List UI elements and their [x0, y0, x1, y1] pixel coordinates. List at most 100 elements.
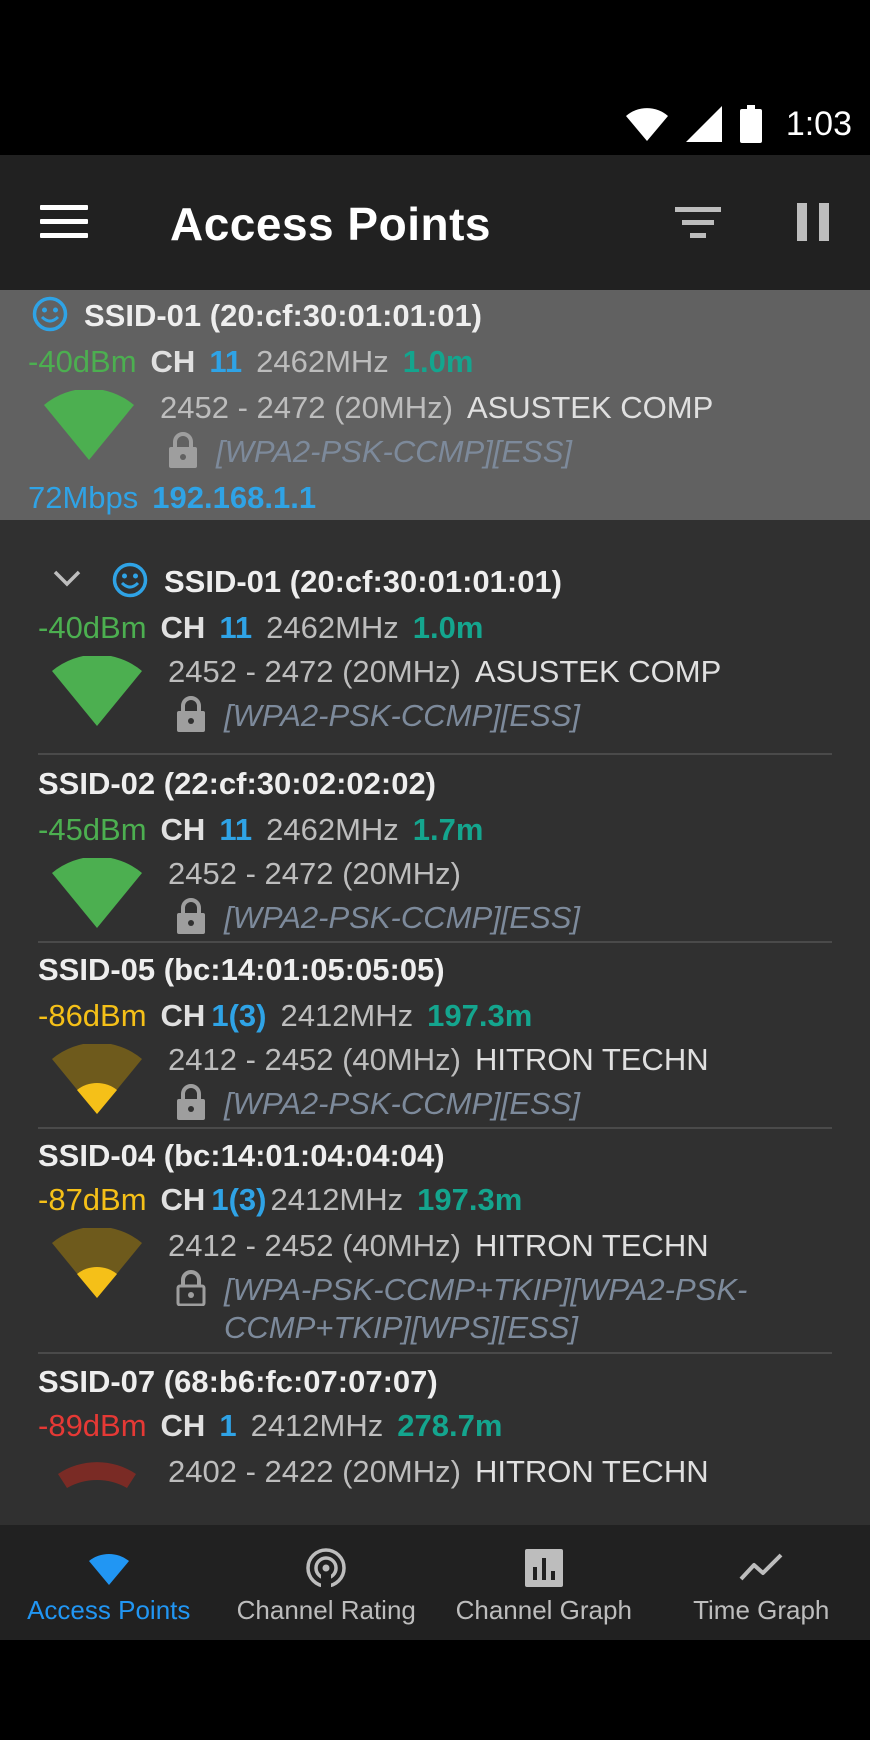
frequency: 2462MHz [266, 610, 399, 645]
nav-label: Channel Rating [236, 1595, 416, 1625]
range-row: 2412 - 2452 (40MHz) HITRON TECHN [168, 1228, 709, 1264]
security-capabilities: [WPA2-PSK-CCMP][ESS] [224, 698, 580, 733]
ip-address: 192.168.1.1 [152, 480, 317, 515]
security-capabilities: [WPA2-PSK-CCMP][ESS] [224, 1086, 580, 1121]
frequency: 2412MHz [250, 1408, 384, 1443]
filter-icon[interactable] [675, 207, 721, 243]
wifi-icon [88, 1553, 129, 1585]
channel-label: CH [160, 998, 206, 1033]
frequency: 2462MHz [266, 812, 399, 847]
channel-range: 2412 - 2452 (40MHz) [168, 1042, 461, 1077]
divider [38, 1127, 832, 1129]
nav-time-graph[interactable]: Time Graph [653, 1525, 870, 1640]
radar-icon [306, 1548, 346, 1589]
signal-strength-icon [52, 1044, 142, 1114]
distance: 278.7m [397, 1408, 503, 1443]
channel-label: CH [160, 1408, 206, 1443]
signal-level: -40dBm [28, 344, 137, 379]
status-bar: 1:03 [0, 0, 870, 155]
channel-range: 2452 - 2472 (20MHz) [160, 390, 453, 425]
signal-strength-icon [52, 858, 142, 928]
divider [38, 1352, 832, 1354]
channel-range: 2452 - 2472 (20MHz) [168, 856, 461, 891]
channel-value: 11 [209, 344, 243, 379]
divider [38, 941, 832, 943]
signal-level: -87dBm [38, 1182, 147, 1217]
vendor: HITRON TECHN [474, 1454, 709, 1489]
channel-label: CH [160, 610, 206, 645]
lock-icon [177, 898, 205, 934]
distance: 1.7m [412, 812, 484, 847]
battery-icon [739, 105, 762, 143]
vendor: HITRON TECHN [474, 1042, 709, 1077]
nav-label: Channel Graph [455, 1595, 632, 1625]
link-speed: 72Mbps [28, 480, 139, 515]
access-point-list[interactable]: SSID-01 (20:cf:30:01:01:01) -40dBm CH 11 24… [0, 290, 870, 1525]
channel-label: CH [160, 1182, 206, 1217]
range-row: 2452 - 2472 (20MHz) [168, 856, 475, 892]
vendor: ASUSTEK COMP [474, 654, 722, 689]
nav-channel-graph[interactable]: Channel Graph [435, 1525, 653, 1640]
frequency: 2412MHz [280, 998, 414, 1033]
signal-strength-icon [44, 390, 134, 460]
channel-value: 11 [219, 610, 253, 645]
lock-icon [169, 432, 197, 468]
ssid-label: SSID-02 (22:cf:30:02:02:02) [38, 766, 437, 801]
vendor: ASUSTEK COMP [466, 390, 714, 425]
security-capabilities: [WPA2-PSK-CCMP][ESS] [216, 434, 572, 469]
channel-label: CH [160, 812, 206, 847]
distance: 197.3m [427, 998, 533, 1033]
ssid-label: SSID-05 (bc:14:01:05:05:05) [38, 952, 445, 987]
signal-info-row: -89dBm CH 1 2412MHz 278.7m [38, 1408, 502, 1444]
channel-value: 1 [219, 1408, 237, 1443]
nav-access-points[interactable]: Access Points [0, 1525, 218, 1640]
security-capabilities-line2: CCMP+TKIP][WPS][ESS] [224, 1310, 578, 1345]
app-bar: Access Points [0, 155, 870, 290]
cell-signal-icon [685, 106, 722, 142]
wifi-status-icon [625, 108, 668, 141]
security-capabilities: [WPA2-PSK-CCMP][ESS] [224, 900, 580, 935]
lock-icon [177, 696, 205, 732]
status-time: 1:03 [785, 104, 852, 143]
bottom-navigation: Access Points Channel Rating Channel Gra… [0, 1525, 870, 1640]
ssid-label: SSID-01 (20:cf:30:01:01:01) [164, 564, 563, 599]
line-chart-icon [739, 1553, 783, 1581]
ssid-label: SSID-01 (20:cf:30:01:01:01) [84, 298, 483, 333]
connection-info-row: 72Mbps 192.168.1.1 [28, 480, 316, 516]
channel-label: CH [150, 344, 196, 379]
range-row: 2402 - 2422 (20MHz) HITRON TECHN [168, 1454, 709, 1490]
signal-level: -45dBm [38, 812, 147, 847]
signal-level: -86dBm [38, 998, 147, 1033]
distance: 1.0m [412, 610, 484, 645]
security-capabilities-line1: [WPA-PSK-CCMP+TKIP][WPA2-PSK- [224, 1272, 748, 1307]
menu-icon[interactable] [40, 205, 88, 241]
signal-info-row: -87dBm CH 1(3) 2412MHz 197.3m [38, 1182, 522, 1218]
signal-info-row: -86dBm CH 1(3) 2412MHz 197.3m [38, 998, 532, 1034]
distance: 1.0m [402, 344, 474, 379]
nav-label: Time Graph [693, 1595, 830, 1625]
pause-icon[interactable] [797, 203, 829, 241]
channel-range: 2452 - 2472 (20MHz) [168, 654, 461, 689]
signal-strength-icon [52, 656, 142, 726]
signal-level: -40dBm [38, 610, 147, 645]
lock-open-icon [176, 1270, 206, 1306]
page-title: Access Points [170, 198, 491, 250]
channel-range: 2402 - 2422 (20MHz) [168, 1454, 461, 1489]
chevron-down-icon[interactable] [52, 568, 82, 588]
frequency: 2412MHz [270, 1182, 404, 1217]
divider [38, 753, 832, 755]
ssid-label: SSID-04 (bc:14:01:04:04:04) [38, 1138, 445, 1173]
range-row: 2412 - 2452 (40MHz) HITRON TECHN [168, 1042, 709, 1078]
signal-strength-icon [58, 1462, 136, 1488]
range-row: 2452 - 2472 (20MHz) ASUSTEK COMP [168, 654, 721, 690]
nav-label: Access Points [27, 1595, 191, 1625]
connected-smiley-icon [112, 562, 148, 598]
range-row: 2452 - 2472 (20MHz) ASUSTEK COMP [160, 390, 713, 426]
connected-access-point[interactable]: SSID-01 (20:cf:30:01:01:01) -40dBm CH 11 24… [0, 290, 870, 520]
nav-channel-rating[interactable]: Channel Rating [218, 1525, 436, 1640]
signal-info-row: -45dBm CH 11 2462MHz 1.7m [38, 812, 483, 848]
signal-level: -89dBm [38, 1408, 147, 1443]
distance: 197.3m [417, 1182, 523, 1217]
ssid-label: SSID-07 (68:b6:fc:07:07:07) [38, 1364, 438, 1399]
channel-value: 11 [219, 812, 253, 847]
